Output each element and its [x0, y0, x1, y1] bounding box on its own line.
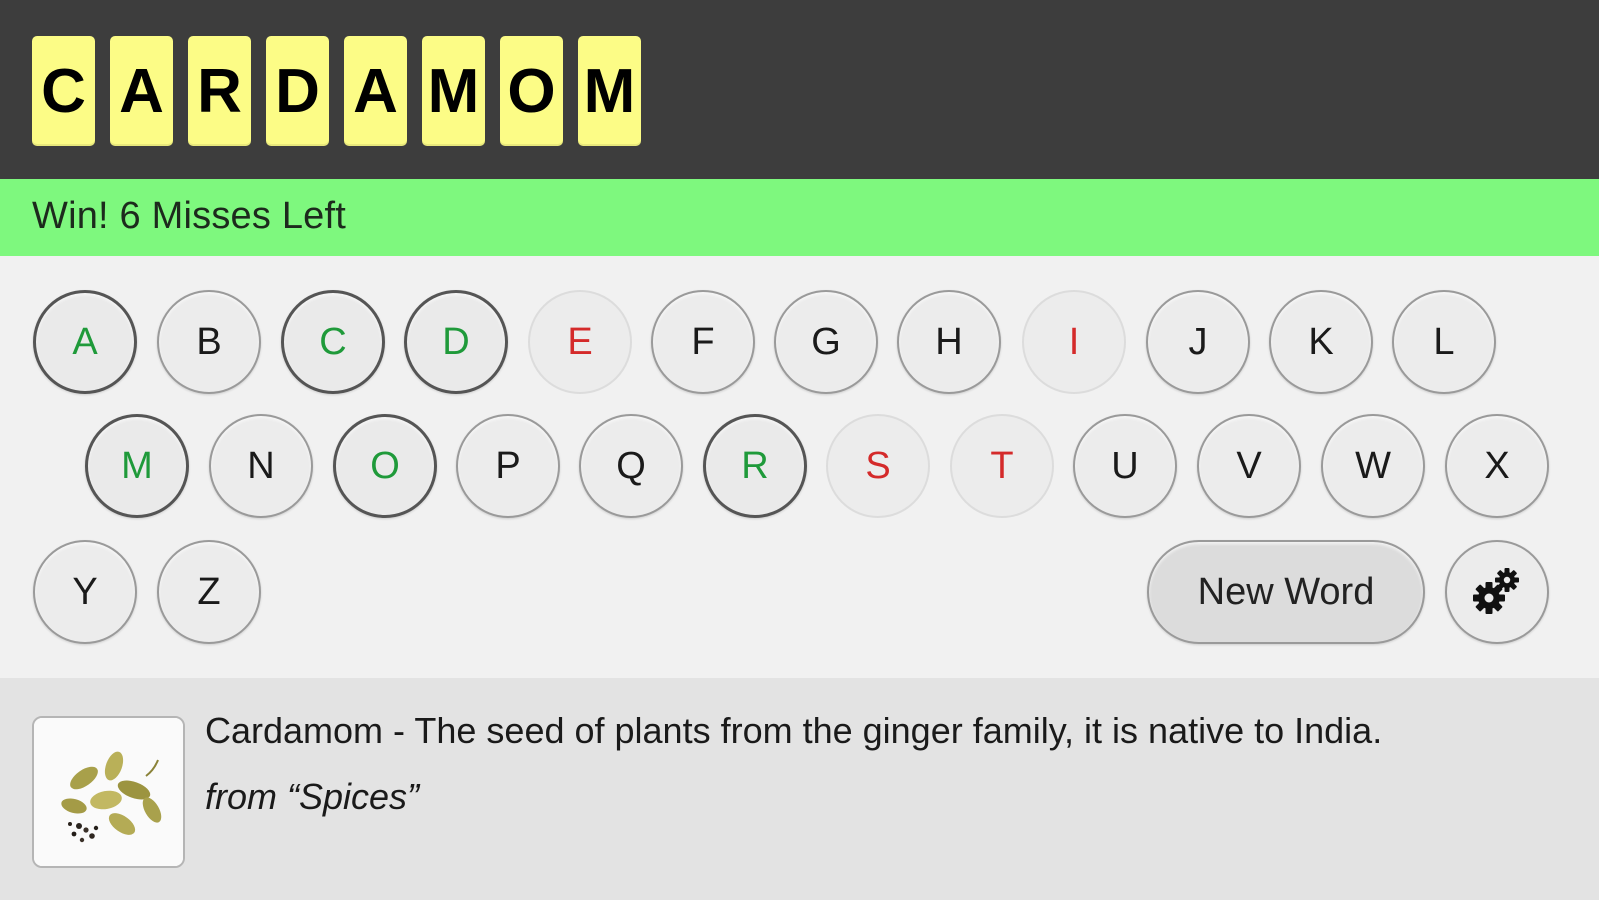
key-l[interactable]: L	[1392, 290, 1496, 394]
key-p[interactable]: P	[456, 414, 560, 518]
letter-tile: D	[266, 36, 329, 146]
key-j[interactable]: J	[1146, 290, 1250, 394]
key-g[interactable]: G	[774, 290, 878, 394]
key-f[interactable]: F	[651, 290, 755, 394]
gears-icon	[1473, 568, 1519, 614]
key-h[interactable]: H	[897, 290, 1001, 394]
key-o[interactable]: O	[333, 414, 437, 518]
cardamom-thumbnail	[32, 716, 185, 868]
word-display-bar: C A R D A M O M	[0, 0, 1599, 179]
key-w[interactable]: W	[1321, 414, 1425, 518]
status-bar: Win! 6 Misses Left	[0, 179, 1599, 256]
status-message: Win! 6 Misses Left	[32, 195, 347, 237]
key-u[interactable]: U	[1073, 414, 1177, 518]
key-v[interactable]: V	[1197, 414, 1301, 518]
letter-tile: O	[500, 36, 563, 146]
letter-tile: R	[188, 36, 251, 146]
key-z[interactable]: Z	[157, 540, 261, 644]
new-word-button[interactable]: New Word	[1147, 540, 1425, 644]
word-tiles: C A R D A M O M	[32, 36, 641, 146]
key-y[interactable]: Y	[33, 540, 137, 644]
key-a[interactable]: A	[33, 290, 137, 394]
key-e[interactable]: E	[528, 290, 632, 394]
key-m[interactable]: M	[85, 414, 189, 518]
key-d[interactable]: D	[404, 290, 508, 394]
key-i[interactable]: I	[1022, 290, 1126, 394]
key-b[interactable]: B	[157, 290, 261, 394]
letter-tile: M	[422, 36, 485, 146]
settings-button[interactable]	[1445, 540, 1549, 644]
key-c[interactable]: C	[281, 290, 385, 394]
word-source: from “Spices”	[205, 776, 420, 817]
key-t[interactable]: T	[950, 414, 1054, 518]
key-q[interactable]: Q	[579, 414, 683, 518]
cardamom-pods-image	[34, 718, 183, 866]
word-definition: Cardamom - The seed of plants from the g…	[205, 710, 1383, 751]
key-s[interactable]: S	[826, 414, 930, 518]
letter-tile: A	[344, 36, 407, 146]
letter-tile: M	[578, 36, 641, 146]
letter-tile: C	[32, 36, 95, 146]
key-x[interactable]: X	[1445, 414, 1549, 518]
key-r[interactable]: R	[703, 414, 807, 518]
letter-tile: A	[110, 36, 173, 146]
key-n[interactable]: N	[209, 414, 313, 518]
key-k[interactable]: K	[1269, 290, 1373, 394]
